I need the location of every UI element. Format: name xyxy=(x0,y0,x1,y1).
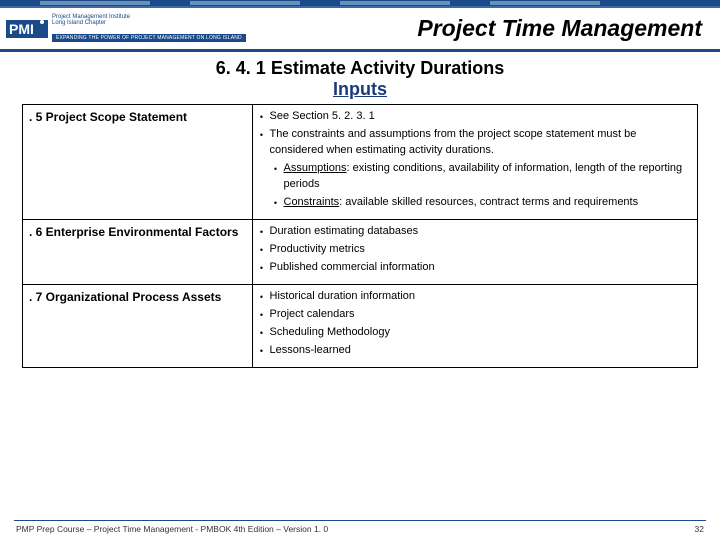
bullet-strong: Constraints xyxy=(284,196,340,208)
page-title: Project Time Management xyxy=(246,15,712,42)
bullet-item: • Duration estimating databases xyxy=(259,224,692,240)
bullet-dot-icon: • xyxy=(273,195,279,211)
bullet-rest: : available skilled resources, contract … xyxy=(339,196,638,208)
section-heading: 6. 4. 1 Estimate Activity Durations Inpu… xyxy=(0,58,720,100)
bullet-strong: Assumptions xyxy=(284,162,347,174)
pmi-logo: PMI Project Management Institute Long Is… xyxy=(6,14,246,44)
bullet-item: •The constraints and assumptions from th… xyxy=(259,127,692,159)
inputs-table-wrapper: . 5 Project Scope Statement•See Section … xyxy=(0,100,720,368)
bullet-dot-icon: • xyxy=(259,307,265,323)
pmi-logo-mark: PMI xyxy=(6,14,48,44)
bullet-item: • Constraints: available skilled resource… xyxy=(273,195,692,211)
row-content: •See Section 5. 2. 3. 1•The constraints … xyxy=(252,105,698,220)
bullet-dot-icon: • xyxy=(259,343,265,359)
row-content: • Duration estimating databases • Productiv… xyxy=(252,219,698,284)
table-row: . 7 Organizational Process Assets • Histor… xyxy=(23,284,698,367)
section-number-title: 6. 4. 1 Estimate Activity Durations xyxy=(0,58,720,79)
row-label: . 5 Project Scope Statement xyxy=(23,105,253,220)
bullet-text: Assumptions: existing conditions, availa… xyxy=(284,161,692,193)
bullet-item: • Productivity metrics xyxy=(259,242,692,258)
bullet-dot-icon: • xyxy=(259,260,265,276)
logo-line2: Long Island Chapter xyxy=(52,20,246,26)
svg-text:PMI: PMI xyxy=(9,21,34,37)
bullet-text: Constraints: available skilled resources… xyxy=(284,195,692,211)
bullet-text: Historical duration information xyxy=(270,289,692,305)
bullet-dot-icon: • xyxy=(259,127,265,159)
bullet-text: Lessons-learned xyxy=(270,343,692,359)
bullet-dot-icon: • xyxy=(259,224,265,240)
bullet-item: • Scheduling Methodology xyxy=(259,325,692,341)
bullet-text: The constraints and assumptions from the… xyxy=(270,127,692,159)
table-row: . 6 Enterprise Environmental Factors • Dur… xyxy=(23,219,698,284)
bullet-dot-icon: • xyxy=(259,109,265,125)
logo-strip: EXPANDING THE POWER OF PROJECT MANAGEMEN… xyxy=(52,34,246,42)
row-label: . 7 Organizational Process Assets xyxy=(23,284,253,367)
bullet-text: Scheduling Methodology xyxy=(270,325,692,341)
bullet-text: Productivity metrics xyxy=(270,242,692,258)
section-subtitle: Inputs xyxy=(0,79,720,100)
bullet-dot-icon: • xyxy=(273,161,279,193)
footer: PMP Prep Course – Project Time Managemen… xyxy=(0,524,720,538)
bullet-item: • Lessons-learned xyxy=(259,343,692,359)
bullet-item: • Historical duration information xyxy=(259,289,692,305)
bullet-text: Project calendars xyxy=(270,307,692,323)
bullet-dot-icon: • xyxy=(259,289,265,305)
inputs-table: . 5 Project Scope Statement•See Section … xyxy=(22,104,698,368)
bullet-dot-icon: • xyxy=(259,325,265,341)
footer-left: PMP Prep Course – Project Time Managemen… xyxy=(16,524,328,534)
slide: PMI Project Management Institute Long Is… xyxy=(0,0,720,540)
pmi-logo-text: Project Management Institute Long Island… xyxy=(52,14,246,26)
bullet-item: • Project calendars xyxy=(259,307,692,323)
bullet-text: Duration estimating databases xyxy=(270,224,692,240)
top-decor-bar xyxy=(0,0,720,8)
bullet-item: • See Section 5. 2. 3. 1 xyxy=(259,109,692,125)
bullet-text: See Section 5. 2. 3. 1 xyxy=(270,109,692,125)
bullet-item: • Published commercial information xyxy=(259,260,692,276)
page-number: 32 xyxy=(695,524,704,534)
bullet-item: •Assumptions: existing conditions, avail… xyxy=(273,161,692,193)
bullet-dot-icon: • xyxy=(259,242,265,258)
row-label: . 6 Enterprise Environmental Factors xyxy=(23,219,253,284)
footer-rule xyxy=(14,520,706,521)
table-row: . 5 Project Scope Statement•See Section … xyxy=(23,105,698,220)
bullet-text: Published commercial information xyxy=(270,260,692,276)
row-content: • Historical duration information • Project… xyxy=(252,284,698,367)
header: PMI Project Management Institute Long Is… xyxy=(0,8,720,52)
